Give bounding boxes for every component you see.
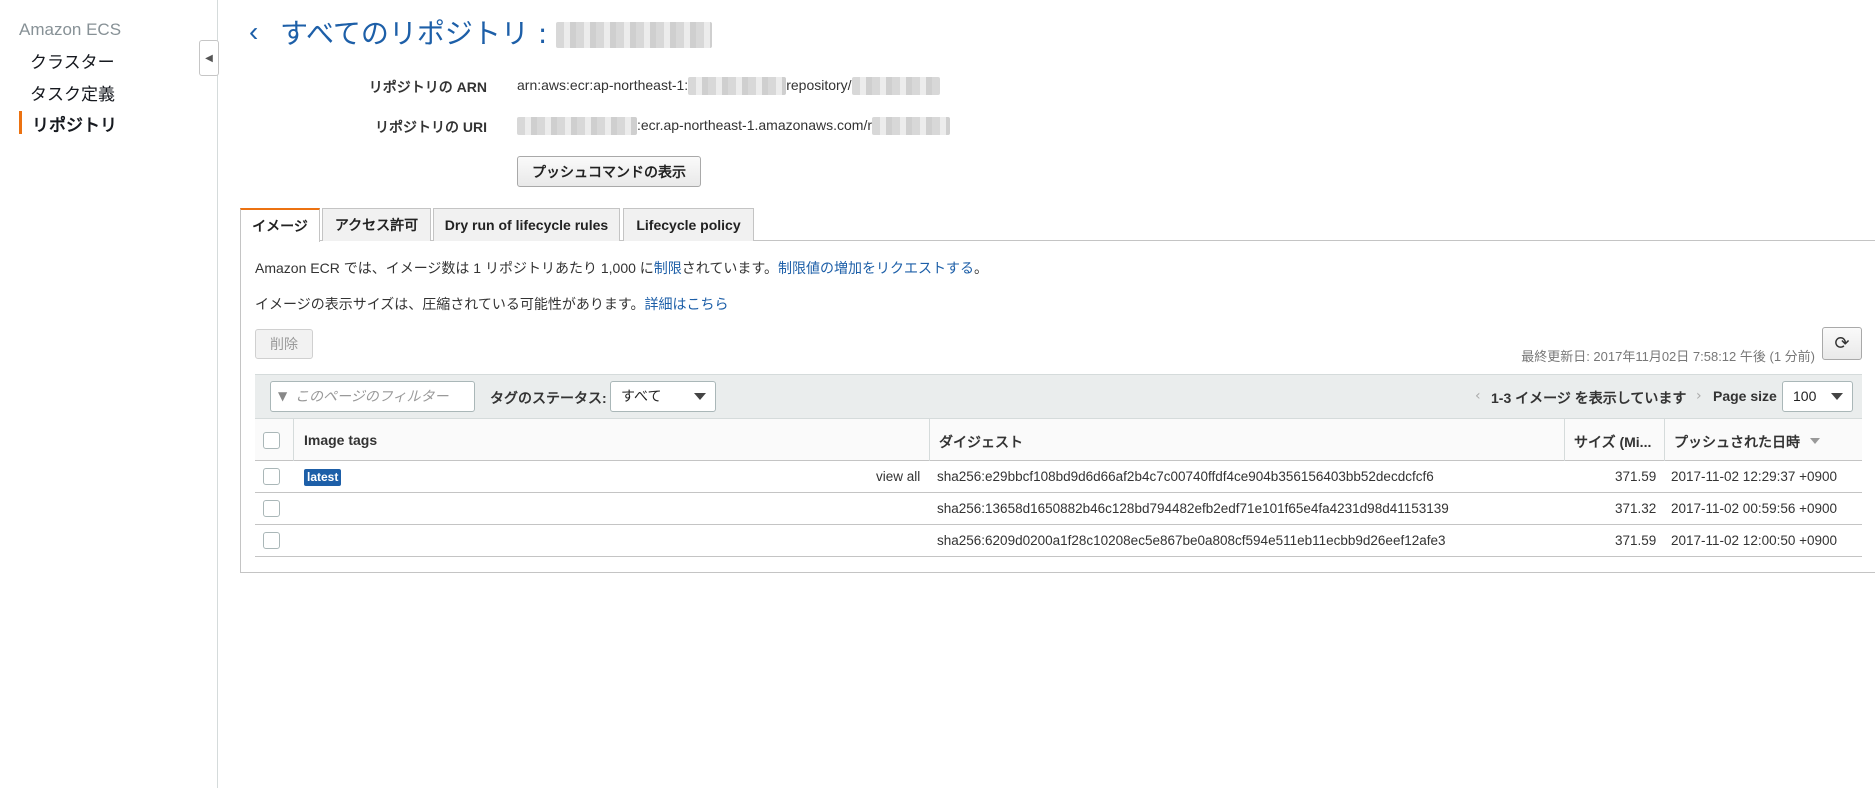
chevron-left-icon: ◀	[205, 52, 213, 64]
limit-info-text: 。	[973, 260, 988, 276]
prev-page-icon[interactable]: ‹	[1475, 388, 1481, 404]
pager-text: 1-3 イメージ を表示しています	[1491, 390, 1687, 406]
refresh-button[interactable]: ⟳	[1822, 327, 1862, 360]
column-header-digest[interactable]: ダイジェスト	[939, 432, 1023, 452]
page-size-value: 100	[1793, 388, 1817, 404]
tag-status-select[interactable]: すべて	[610, 381, 716, 412]
size-cell: 371.59	[1615, 469, 1657, 484]
pushed-at-cell: 2017-11-02 00:59:56 +0900	[1671, 501, 1838, 516]
filter-input[interactable]: このページのフィルター	[270, 381, 475, 412]
pushed-at-cell: 2017-11-02 12:00:50 +0900	[1671, 533, 1838, 548]
filter-icon: ▼	[278, 389, 288, 403]
last-updated: 最終更新日: 2017年11月02日 7:58:12 午後 (1 分前)	[1521, 349, 1815, 364]
page-title: すべてのリポジトリ :	[280, 12, 713, 52]
page-size-select[interactable]: 100	[1782, 381, 1853, 412]
tag-status-value: すべて	[621, 388, 662, 404]
tab-images[interactable]: イメージ	[240, 208, 320, 242]
tag-status-label: タグのステータス:	[490, 390, 607, 406]
limit-link[interactable]: 制限	[654, 260, 682, 276]
learn-more-link[interactable]: 詳細はこちら	[644, 296, 728, 312]
row-checkbox[interactable]	[263, 468, 280, 485]
redacted-repo-name	[872, 117, 950, 136]
pushed-at-cell: 2017-11-02 12:29:37 +0900	[1671, 469, 1838, 484]
tab-permissions[interactable]: アクセス許可	[322, 208, 431, 241]
column-header-size[interactable]: サイズ (Mi...	[1574, 432, 1651, 452]
chevron-down-icon	[1831, 393, 1843, 400]
tab-dry-run-lifecycle[interactable]: Dry run of lifecycle rules	[433, 208, 620, 241]
limit-info-text: Amazon ECR では、イメージ数は 1 リポジトリあたり 1,000 に	[255, 260, 654, 276]
redacted-account-id	[517, 117, 637, 136]
view-push-commands-button[interactable]: プッシュコマンドの表示	[517, 156, 701, 187]
select-all-checkbox[interactable]	[263, 432, 280, 449]
digest-cell: sha256:13658d1650882b46c128bd794482efb2e…	[937, 501, 1449, 516]
sidebar-item-repositories[interactable]: リポジトリ	[32, 111, 117, 136]
sort-descending-icon[interactable]	[1810, 438, 1820, 444]
column-separator	[293, 419, 294, 461]
request-limit-increase-link[interactable]: 制限値の増加をリクエストする	[778, 260, 974, 276]
refresh-icon: ⟳	[1834, 333, 1850, 354]
page-size-label: Page size	[1713, 388, 1777, 404]
size-info-text: イメージの表示サイズは、圧縮されている可能性があります。	[255, 296, 645, 312]
sidebar-title: Amazon ECS	[19, 20, 122, 39]
column-header-image-tags[interactable]: Image tags	[304, 432, 377, 448]
uri-label: リポジトリの URI	[375, 119, 487, 135]
next-page-icon[interactable]: ›	[1696, 388, 1702, 404]
arn-value: arn:aws:ecr:ap-northeast-1: repository/	[517, 77, 940, 96]
row-checkbox[interactable]	[263, 500, 280, 517]
limit-info: Amazon ECR では、イメージ数は 1 リポジトリあたり 1,000 に制…	[255, 258, 988, 278]
column-separator	[1664, 419, 1665, 461]
redacted-account-id	[688, 77, 787, 96]
column-header-pushed-at[interactable]: プッシュされた日時	[1674, 432, 1800, 452]
sidebar-active-indicator	[19, 111, 22, 134]
column-separator	[929, 419, 930, 461]
chevron-down-icon	[694, 393, 706, 400]
digest-cell: sha256:e29bbcf108bd9d6d66af2b4c7c00740ff…	[937, 469, 1434, 484]
sidebar-item-clusters[interactable]: クラスター	[30, 48, 115, 73]
redacted-repo-name	[556, 22, 713, 48]
limit-info-text: されています。	[681, 260, 778, 276]
size-cell: 371.32	[1615, 501, 1657, 516]
arn-label: リポジトリの ARN	[368, 79, 487, 95]
tab-lifecycle-policy[interactable]: Lifecycle policy	[623, 208, 754, 241]
size-info: イメージの表示サイズは、圧縮されている可能性があります。詳細はこちら	[255, 294, 728, 314]
arn-prefix: arn:aws:ecr:ap-northeast-1:	[517, 77, 689, 93]
sidebar-item-task-definitions[interactable]: タスク定義	[30, 80, 115, 105]
sidebar: Amazon ECS クラスター タスク定義 リポジトリ	[0, 0, 218, 788]
column-separator	[1564, 419, 1565, 461]
uri-value: :ecr.ap-northeast-1.amazonaws.com/r	[517, 117, 950, 136]
digest-cell: sha256:6209d0200a1f28c10208ec5e867be0a80…	[937, 533, 1446, 548]
row-checkbox[interactable]	[263, 532, 280, 549]
page-title-text: すべてのリポジトリ :	[280, 17, 548, 50]
uri-middle: :ecr.ap-northeast-1.amazonaws.com/r	[637, 117, 872, 133]
collapse-sidebar-button[interactable]: ◀	[199, 40, 219, 76]
view-all-tags-link[interactable]: view all	[876, 469, 920, 484]
delete-button[interactable]: 削除	[255, 329, 313, 359]
size-cell: 371.59	[1615, 533, 1657, 548]
image-tag-badge: latest	[304, 469, 342, 486]
arn-middle: repository/	[786, 77, 852, 93]
redacted-repo-name	[851, 77, 940, 96]
back-chevron-icon[interactable]: ‹	[249, 16, 258, 48]
